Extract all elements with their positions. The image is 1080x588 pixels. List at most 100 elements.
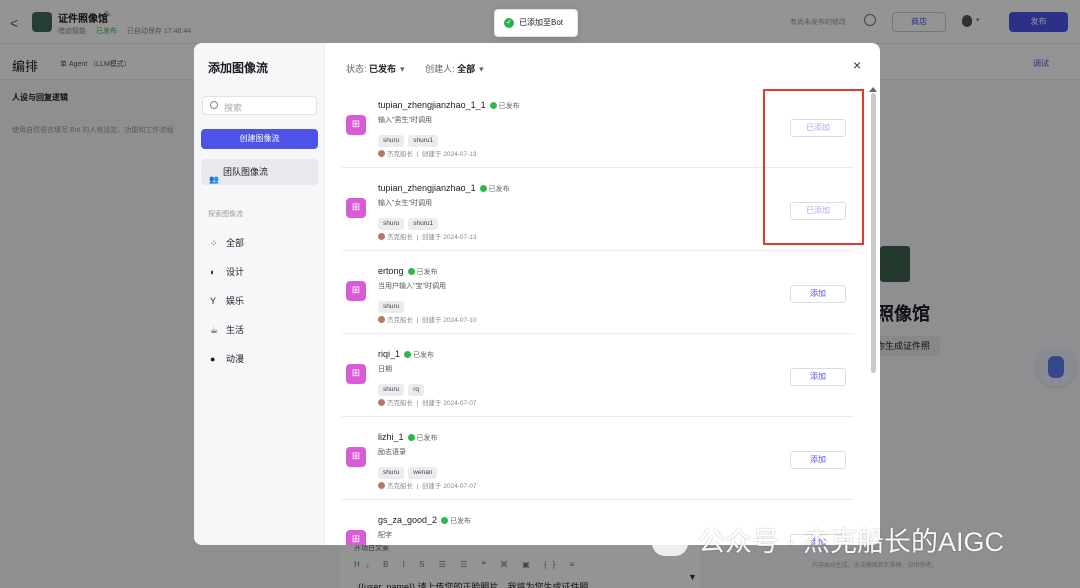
search-placeholder: 搜索 bbox=[224, 103, 243, 113]
meta-divider: | bbox=[413, 234, 422, 241]
meta-divider: | bbox=[413, 151, 422, 158]
check-circle-icon bbox=[441, 517, 449, 524]
status-badge: 已发布 bbox=[479, 184, 510, 194]
meta-divider: | bbox=[413, 483, 422, 490]
tag-list: shuru wenan bbox=[378, 461, 441, 479]
chevron-down-icon[interactable]: ▾ bbox=[400, 64, 405, 74]
image-flow-icon: ⊞ bbox=[346, 530, 366, 545]
create-image-flow-button[interactable]: 创建图像流 bbox=[201, 129, 318, 149]
author-avatar-icon bbox=[378, 316, 385, 323]
status-filter-label: 状态: bbox=[346, 64, 367, 74]
created-date: 创建于 2024-07-07 bbox=[421, 400, 477, 407]
created-date: 创建于 2024-07-13 bbox=[421, 234, 477, 241]
item-name: tupian_zhengjianzhao_1 bbox=[378, 183, 476, 193]
sidebar-item-label: 设计 bbox=[226, 267, 245, 277]
check-circle-icon bbox=[489, 102, 497, 109]
meta-divider: | bbox=[413, 400, 422, 407]
team-icon: 👥 bbox=[209, 175, 219, 184]
image-flow-icon: ⊞ bbox=[346, 447, 366, 467]
author-avatar-icon bbox=[378, 150, 385, 157]
item-name-row: tupian_zhengjianzhao_1 已发布 bbox=[378, 183, 510, 194]
bear-icon: ● bbox=[210, 354, 216, 364]
status-text: 已发布 bbox=[488, 186, 510, 193]
highlight-annotation bbox=[763, 89, 864, 245]
sidebar-item-team[interactable]: 👥 团队图像流 bbox=[201, 159, 318, 185]
search-icon bbox=[210, 101, 218, 109]
check-circle-icon bbox=[479, 185, 487, 192]
tag: shuru bbox=[378, 135, 405, 147]
list-item[interactable]: ⊞ ertong 已发布 当用户输入"宝"时调用 shuru 杰克船长 | 创建于 202… bbox=[342, 252, 854, 334]
item-name: riqi_1 bbox=[378, 349, 401, 359]
sidebar-item-design[interactable]: ◐ 设计 bbox=[210, 265, 244, 279]
list-item[interactable]: ⊞ lizhi_1 已发布 励志语录 shuru wenan 杰克船长 | 创建于 2024… bbox=[342, 418, 854, 500]
tag: shuru bbox=[378, 384, 405, 396]
check-circle-icon bbox=[407, 268, 415, 275]
item-description: 当用户输入"宝"时调用 bbox=[378, 283, 446, 290]
add-button[interactable]: 添加 bbox=[790, 368, 846, 386]
scroll-up-icon[interactable] bbox=[869, 87, 877, 92]
tag-list: shuru shuru1 bbox=[378, 129, 442, 147]
tag-list: shuru bbox=[378, 295, 408, 313]
status-badge: 已发布 bbox=[407, 267, 438, 277]
status-badge: 已发布 bbox=[489, 101, 520, 111]
item-name: gs_za_good_2 bbox=[378, 515, 438, 525]
modal-sidebar: 添加图像流 搜索 创建图像流 👥 团队图像流 探索图像流 ⁘ 全部 ◐ 设计 Y… bbox=[194, 43, 325, 545]
add-button[interactable]: 添加 bbox=[790, 285, 846, 303]
status-badge: 已发布 bbox=[404, 350, 434, 360]
item-description: 配字 bbox=[378, 532, 392, 539]
item-meta: 杰克船长 | 创建于 2024-07-07 bbox=[378, 480, 476, 490]
tag: shuru1 bbox=[408, 218, 439, 230]
item-name-row: riqi_1 已发布 bbox=[378, 349, 434, 360]
cocktail-icon: Y bbox=[210, 296, 217, 306]
item-name: tupian_zhengjianzhao_1_1 bbox=[378, 100, 486, 110]
sidebar-item-entertainment[interactable]: Y 娱乐 bbox=[210, 294, 244, 308]
sidebar-item-label: 动漫 bbox=[226, 354, 245, 364]
tag-list: shuru shuru1 bbox=[378, 212, 442, 230]
item-meta: 杰克船长 | 创建于 2024-07-07 bbox=[378, 397, 476, 407]
sidebar-item-anime[interactable]: ● 动漫 bbox=[210, 352, 244, 366]
author-avatar-icon bbox=[378, 482, 385, 489]
add-button[interactable]: 添加 bbox=[790, 451, 846, 469]
list-item[interactable]: ⊞ riqi_1 已发布 日期 shuru rq 杰克船长 | 创建于 2024-07-07… bbox=[342, 335, 854, 417]
image-flow-icon: ⊞ bbox=[346, 364, 366, 384]
author-name: 杰克船长 bbox=[387, 400, 413, 407]
item-name-row: ertong 已发布 bbox=[378, 266, 438, 277]
filter-bar: 状态: 已发布 ▾ 创建人: 全部 ▾ bbox=[346, 62, 484, 75]
scrollbar[interactable] bbox=[871, 93, 876, 373]
check-icon: ✓ bbox=[504, 18, 514, 28]
watermark: 公众号 · 杰克船长的AIGC bbox=[652, 522, 1004, 562]
item-description: 日期 bbox=[378, 366, 392, 373]
creator-filter[interactable]: 全部 bbox=[457, 64, 475, 74]
tag-list: shuru rq bbox=[378, 378, 428, 396]
chevron-down-icon[interactable]: ▾ bbox=[479, 64, 484, 74]
created-date: 创建于 2024-07-13 bbox=[421, 151, 477, 158]
status-badge: 已发布 bbox=[441, 516, 471, 526]
meta-divider: | bbox=[413, 317, 422, 324]
image-flow-icon: ⊞ bbox=[346, 115, 366, 135]
sidebar-item-label: 生活 bbox=[226, 325, 245, 335]
status-text: 已发布 bbox=[416, 435, 438, 442]
item-description: 输入"女生"时调用 bbox=[378, 200, 432, 207]
success-toast: ✓ 已添加至Bot bbox=[494, 9, 578, 37]
item-name: ertong bbox=[378, 266, 404, 276]
created-date: 创建于 2024-07-10 bbox=[421, 317, 477, 324]
tag: wenan bbox=[408, 467, 438, 479]
toast-text: 已添加至Bot bbox=[519, 18, 564, 27]
tag: rq bbox=[408, 384, 425, 396]
sidebar-item-life[interactable]: ☕ 生活 bbox=[210, 323, 244, 337]
author-name: 杰克船长 bbox=[387, 234, 413, 241]
close-icon[interactable]: × bbox=[853, 57, 861, 73]
status-filter[interactable]: 已发布 bbox=[369, 64, 396, 74]
check-circle-icon bbox=[407, 434, 415, 441]
search-input[interactable]: 搜索 bbox=[202, 96, 317, 115]
status-text: 已发布 bbox=[416, 269, 438, 276]
tag: shuru bbox=[378, 301, 405, 313]
item-name-row: gs_za_good_2 已发布 bbox=[378, 515, 471, 526]
author-name: 杰克船长 bbox=[387, 483, 413, 490]
tag: shuru bbox=[378, 467, 405, 479]
creator-filter-label: 创建人: bbox=[425, 64, 455, 74]
sidebar-item-all[interactable]: ⁘ 全部 bbox=[210, 236, 244, 250]
author-avatar-icon bbox=[378, 399, 385, 406]
coffee-icon: ☕ bbox=[210, 325, 219, 335]
status-text: 已发布 bbox=[413, 352, 435, 359]
